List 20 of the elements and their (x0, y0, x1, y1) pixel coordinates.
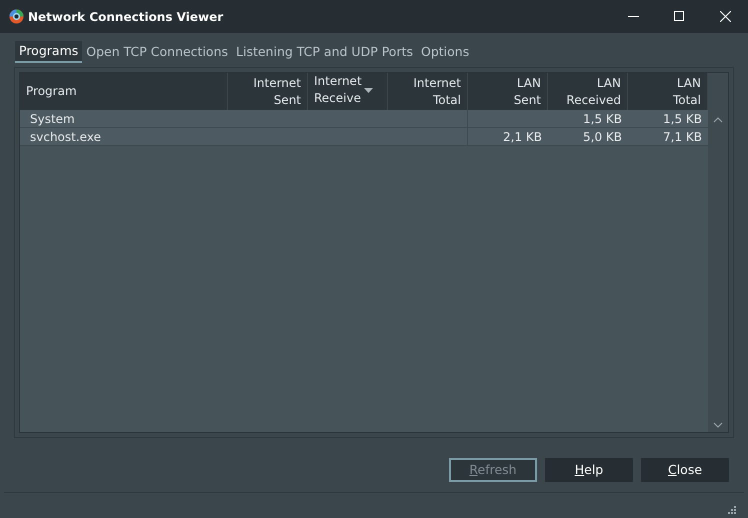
tab[interactable]: Open TCP Connections (82, 41, 232, 63)
table-cell-text: 1,5 KB (582, 111, 623, 128)
close-icon[interactable] (720, 11, 730, 22)
table-cell-text: svchost.exe (29, 129, 102, 146)
table-cell-text: System (29, 111, 76, 128)
table-cell-text: 5,0 KB (582, 129, 623, 146)
table-cell-text: 1,5 KB (662, 111, 703, 128)
tab[interactable]: Listening TCP and UDP Ports (232, 41, 417, 63)
scroll-up-icon[interactable] (713, 117, 723, 123)
tab[interactable]: Programs (15, 41, 82, 63)
resize-grip-icon[interactable] (727, 505, 736, 514)
table-cell-text: 7,1 KB (662, 129, 703, 146)
scroll-down-icon[interactable] (713, 422, 723, 428)
table-cell-text: 2,1 KB (502, 129, 543, 146)
app-icon (9, 9, 24, 24)
dialog-button[interactable]: Help (545, 458, 633, 482)
window-title: Network Connections Viewer (28, 8, 224, 26)
maximize-icon[interactable] (674, 11, 684, 22)
dialog-button[interactable]: Close (641, 458, 729, 482)
tab[interactable]: Options (417, 41, 474, 63)
